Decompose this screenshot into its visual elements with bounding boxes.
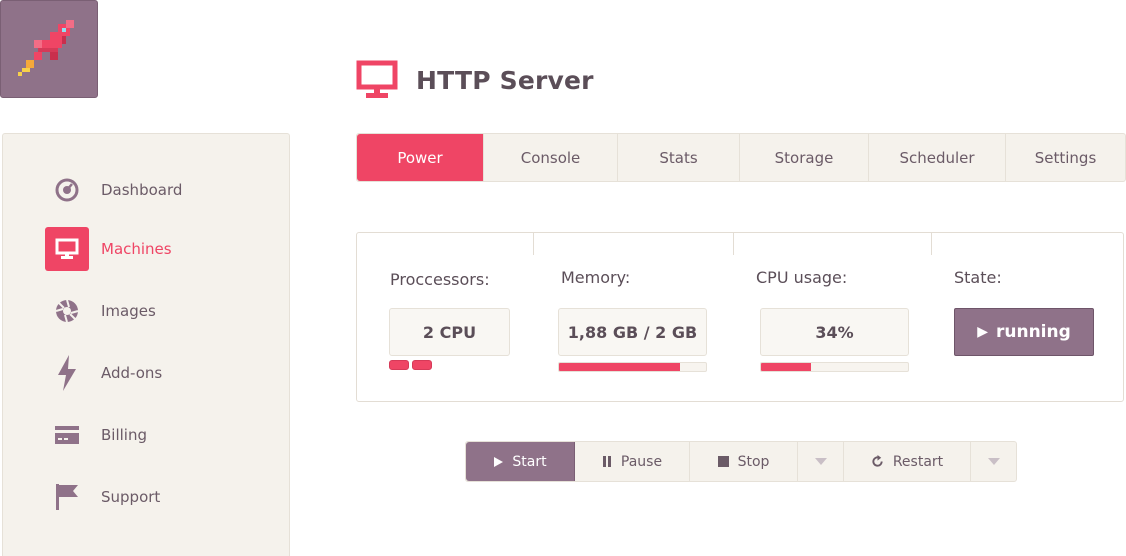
restart-label: Restart [892, 453, 944, 470]
processors-value: 2 CPU [389, 308, 510, 356]
tab-storage[interactable]: Storage [740, 134, 869, 181]
pause-button[interactable]: Pause [575, 442, 690, 481]
cpu-usage-progress-fill [761, 363, 811, 371]
divider [931, 233, 932, 255]
chevron-down-icon [814, 458, 827, 465]
memory-label: Memory: [561, 268, 631, 287]
state-label: State: [954, 268, 1002, 287]
memory-value: 1,88 GB / 2 GB [558, 308, 707, 356]
stop-dropdown-button[interactable] [798, 442, 844, 481]
tab-stats[interactable]: Stats [618, 134, 740, 181]
restart-dropdown-button[interactable] [971, 442, 1016, 481]
flag-icon [45, 475, 89, 519]
pause-label: Pause [620, 453, 663, 470]
cpu-chip [389, 360, 409, 370]
chevron-down-icon [987, 458, 1000, 465]
play-icon: ▶ [977, 324, 988, 340]
stop-label: Stop [737, 453, 770, 470]
rocket-icon [18, 20, 74, 76]
page-header: HTTP Server [356, 58, 594, 102]
sidebar-item-machines[interactable]: Machines [45, 227, 275, 271]
monitor-icon [356, 60, 398, 98]
monitor-icon [45, 227, 89, 271]
play-icon [493, 456, 504, 467]
pause-icon [602, 456, 612, 467]
sidebar-item-label: Support [101, 488, 161, 506]
app-logo[interactable] [0, 0, 98, 98]
state-value: running [995, 322, 1071, 342]
sidebar-item-images[interactable]: Images [45, 289, 275, 333]
sidebar-item-billing[interactable]: Billing [45, 413, 275, 457]
restart-button[interactable]: Restart [844, 442, 971, 481]
sidebar-item-support[interactable]: Support [45, 475, 275, 519]
processors-label: Proccessors: [390, 270, 490, 289]
tab-power[interactable]: Power [357, 134, 484, 181]
divider [733, 233, 734, 255]
sidebar-item-dashboard[interactable]: Dashboard [45, 168, 275, 212]
credit-card-icon [45, 413, 89, 457]
cpu-usage-label: CPU usage: [756, 268, 848, 287]
cpu-chip [412, 360, 432, 370]
memory-progress-bar [558, 362, 707, 372]
start-button[interactable]: Start [466, 442, 575, 481]
refresh-icon [871, 455, 884, 468]
sidebar-item-label: Add-ons [101, 364, 163, 382]
lightning-icon [45, 351, 89, 395]
stop-button[interactable]: Stop [690, 442, 798, 481]
sidebar-item-label: Machines [101, 240, 172, 258]
start-label: Start [512, 453, 547, 470]
tab-settings[interactable]: Settings [1006, 134, 1125, 181]
sidebar-item-add-ons[interactable]: Add-ons [45, 351, 275, 395]
stop-icon [717, 456, 729, 467]
state-running-button[interactable]: ▶ running [954, 308, 1094, 356]
sidebar-item-label: Dashboard [101, 181, 183, 199]
sidebar-item-label: Billing [101, 426, 147, 444]
divider [533, 233, 534, 255]
page-title: HTTP Server [416, 65, 594, 95]
tab-bar: Power Console Stats Storage Scheduler Se… [356, 133, 1126, 182]
cpu-usage-value: 34% [760, 308, 909, 356]
tab-scheduler[interactable]: Scheduler [869, 134, 1006, 181]
sidebar-item-label: Images [101, 302, 156, 320]
sidebar: Dashboard Machines Images Add-ons Billin… [2, 133, 290, 556]
cpu-usage-progress-bar [760, 362, 909, 372]
power-actions: Start Pause Stop Restart [465, 441, 1017, 482]
aperture-icon [45, 289, 89, 333]
memory-progress-fill [559, 363, 680, 371]
dashboard-icon [45, 168, 89, 212]
tab-console[interactable]: Console [484, 134, 618, 181]
